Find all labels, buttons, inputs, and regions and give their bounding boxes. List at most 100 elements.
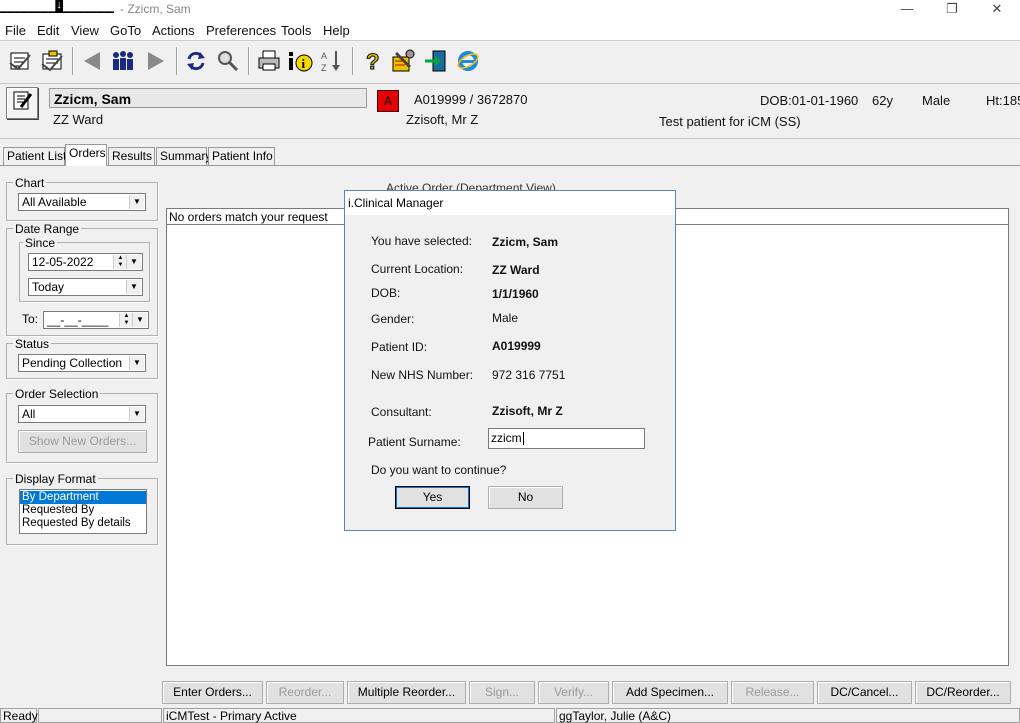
svg-text:i: i xyxy=(302,56,306,71)
title-redacted-block: ████████ ↓ ████████ xyxy=(0,0,114,13)
display-format-list[interactable]: By Department Requested By Requested By … xyxy=(19,489,147,534)
help-icon[interactable]: ? xyxy=(359,48,385,74)
sort-icon[interactable]: AZ xyxy=(319,48,345,74)
chevron-down-icon[interactable]: ▼ xyxy=(129,356,144,370)
tab-results[interactable]: Results xyxy=(108,147,155,165)
chart-label: Chart xyxy=(13,176,47,190)
patient-folder-icon[interactable] xyxy=(39,48,65,74)
patient-ward: ZZ Ward xyxy=(53,112,104,127)
dialog-value-location: ZZ Ward xyxy=(492,263,540,277)
window-title: - Zzicm, Sam xyxy=(120,2,191,16)
surname-input[interactable]: zzicm xyxy=(488,428,645,449)
status-select[interactable]: Pending Collection ▼ xyxy=(18,354,146,372)
menu-goto[interactable]: GoTo xyxy=(110,23,141,38)
menu-file[interactable]: File xyxy=(5,23,26,38)
show-new-orders-button[interactable]: Show New Orders... xyxy=(18,430,147,453)
menu-view[interactable]: View xyxy=(71,23,99,38)
print-icon[interactable] xyxy=(256,48,282,74)
multiple-reorder-button[interactable]: Multiple Reorder... xyxy=(347,681,466,704)
chart-select[interactable]: All Available ▼ xyxy=(18,193,146,211)
tab-patient-list[interactable]: Patient List xyxy=(3,147,66,165)
dialog-label-selected: You have selected: xyxy=(371,234,472,248)
enter-orders-button[interactable]: Enter Orders... xyxy=(162,681,263,704)
patient-consultant: Zzisoft, Mr Z xyxy=(406,112,479,127)
since-label: Since xyxy=(23,236,58,250)
order-selection-select[interactable]: All ▼ xyxy=(18,405,146,423)
spinner-updown-icon[interactable]: ▲ ▼ xyxy=(113,255,127,269)
no-button[interactable]: No xyxy=(488,486,563,509)
close-button[interactable]: ✕ xyxy=(974,0,1020,20)
minimize-button[interactable]: — xyxy=(884,0,930,20)
since-preset-select[interactable]: Today ▼ xyxy=(28,278,143,296)
order-selection-label: Order Selection xyxy=(13,387,101,401)
menu-preferences[interactable]: Preferences xyxy=(206,23,276,38)
display-format-option[interactable]: Requested By xyxy=(20,504,146,517)
add-specimen-button[interactable]: Add Specimen... xyxy=(612,681,728,704)
allergy-alert-badge[interactable]: A xyxy=(377,90,399,112)
dialog-label-location: Current Location: xyxy=(371,262,464,276)
patient-list-icon[interactable] xyxy=(7,48,33,74)
since-date-value: 12-05-2022 xyxy=(32,255,94,269)
status-ready: Ready xyxy=(0,708,38,723)
status-select-value: Pending Collection xyxy=(22,356,123,370)
dialog-label-gender: Gender: xyxy=(371,312,415,326)
dialog-value-gender: Male xyxy=(492,311,519,325)
svg-text:?: ? xyxy=(366,49,379,73)
reorder-button[interactable]: Reorder... xyxy=(266,681,344,704)
tab-patient-info[interactable]: Patient Info xyxy=(208,147,275,165)
internet-explorer-icon[interactable] xyxy=(455,48,481,74)
menu-edit[interactable]: Edit xyxy=(37,23,59,38)
display-format-label: Display Format xyxy=(13,472,98,486)
release-button[interactable]: Release... xyxy=(731,681,814,704)
dialog-label-nhs: New NHS Number: xyxy=(371,368,474,382)
status-environment: iCMTest - Primary Active xyxy=(163,708,555,723)
spinner-updown-icon[interactable]: ▲ ▼ xyxy=(119,313,133,327)
tab-strip-line xyxy=(0,165,1020,166)
patient-note: Test patient for iCM (SS) xyxy=(659,114,801,129)
dialog-value-patient-id: A019999 xyxy=(492,339,541,353)
yes-button[interactable]: Yes xyxy=(395,486,470,509)
toolbar-separator xyxy=(248,47,250,75)
display-format-option[interactable]: By Department xyxy=(20,491,146,504)
back-arrow-icon[interactable] xyxy=(79,48,105,74)
dialog-label-consultant: Consultant: xyxy=(371,405,432,419)
dc-reorder-button[interactable]: DC/Reorder... xyxy=(915,681,1011,704)
dialog-label-patient-id: Patient ID: xyxy=(371,340,428,354)
menu-help[interactable]: Help xyxy=(323,23,350,38)
since-preset-value: Today xyxy=(32,280,65,294)
patient-gender: Male xyxy=(922,93,951,108)
text-caret xyxy=(522,432,524,446)
chevron-down-icon[interactable]: ▼ xyxy=(129,407,144,421)
notepad-button[interactable] xyxy=(6,87,38,119)
order-selection-value: All xyxy=(22,407,36,421)
chevron-down-icon[interactable]: ▼ xyxy=(129,195,144,209)
chevron-down-icon[interactable]: ▼ xyxy=(126,280,141,294)
info-icon[interactable]: i xyxy=(287,48,313,74)
to-date-field[interactable]: __-__-____ ▲ ▼ ▼ xyxy=(43,311,149,329)
empty-message: No orders match your request xyxy=(169,210,328,224)
maximize-button[interactable]: ❐ xyxy=(929,0,975,20)
menu-actions[interactable]: Actions xyxy=(152,23,195,38)
date-range-label: Date Range xyxy=(13,222,82,236)
sign-button[interactable]: Sign... xyxy=(469,681,535,704)
menu-tools[interactable]: Tools xyxy=(281,23,311,38)
chart-select-value: All Available xyxy=(22,195,87,209)
since-date-field[interactable]: 12-05-2022 ▲ ▼ ▼ xyxy=(28,253,143,271)
exit-icon[interactable] xyxy=(422,48,448,74)
dialog-value-nhs: 972 316 7751 xyxy=(492,368,566,382)
refresh-icon[interactable] xyxy=(183,48,209,74)
dialog-title: i.Clinical Manager xyxy=(345,191,675,215)
chevron-down-icon[interactable]: ▼ xyxy=(126,255,141,269)
tools-icon[interactable] xyxy=(390,48,416,74)
find-icon[interactable] xyxy=(215,48,241,74)
people-icon[interactable] xyxy=(110,48,136,74)
dc-cancel-button[interactable]: DC/Cancel... xyxy=(817,681,912,704)
chevron-down-icon[interactable]: ▼ xyxy=(132,313,147,327)
tab-summary[interactable]: Summary xyxy=(156,147,211,165)
tab-orders[interactable]: Orders xyxy=(65,144,107,166)
verify-button[interactable]: Verify... xyxy=(538,681,609,704)
display-format-option[interactable]: Requested By details xyxy=(20,517,146,530)
patient-dob: DOB:01-01-1960 xyxy=(760,93,859,108)
forward-arrow-icon[interactable] xyxy=(143,48,169,74)
svg-text:Z: Z xyxy=(321,63,327,73)
